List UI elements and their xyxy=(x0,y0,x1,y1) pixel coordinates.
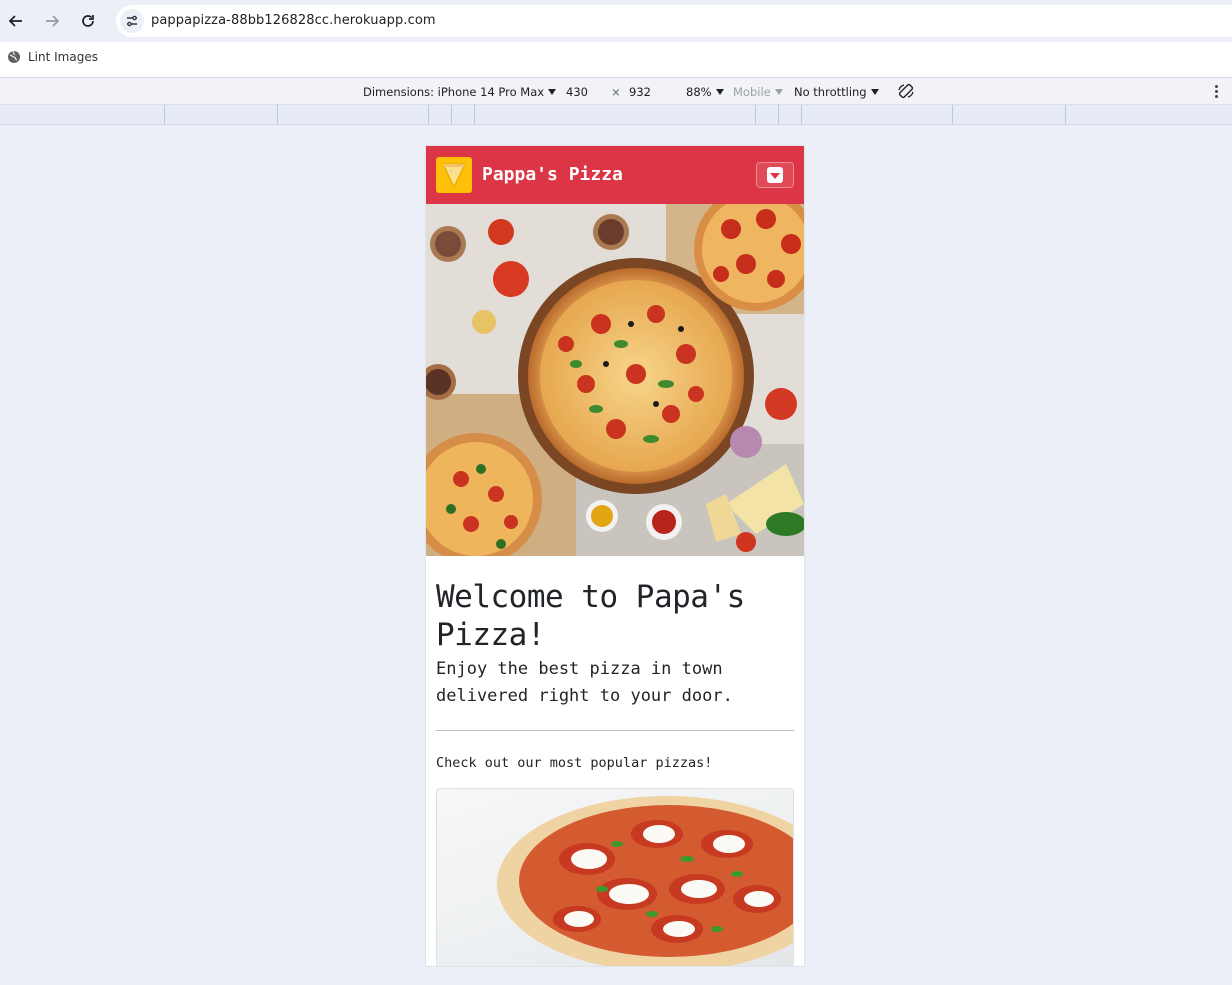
caret-down-icon xyxy=(767,167,783,183)
device-toolbar: Dimensions: iPhone 14 Pro Max 430 × 932 … xyxy=(0,79,1232,105)
globe-icon xyxy=(8,50,20,63)
bookmarks-bar: Lint Images xyxy=(0,42,1232,78)
forward-icon[interactable] xyxy=(40,9,64,33)
height-input[interactable]: 932 xyxy=(629,85,651,99)
chevron-down-icon xyxy=(870,89,879,95)
divider xyxy=(436,730,794,731)
zoom-value: 88% xyxy=(686,85,712,99)
zoom-select[interactable]: 88% xyxy=(686,85,724,99)
times-symbol: × xyxy=(611,85,621,99)
site-settings-icon[interactable] xyxy=(120,9,144,33)
throttling-select[interactable]: No throttling xyxy=(794,85,879,99)
url-text[interactable]: pappapizza-88bb126828cc.herokuapp.com xyxy=(151,13,436,28)
main-content: Welcome to Papa's Pizza! Enjoy the best … xyxy=(426,578,804,966)
hero-image xyxy=(426,204,804,556)
height-value: 932 xyxy=(629,85,651,99)
lead-text: Enjoy the best pizza in town delivered r… xyxy=(436,659,733,706)
welcome-heading: Welcome to Papa's Pizza! xyxy=(436,579,745,653)
dimension-separator: × xyxy=(611,85,621,99)
mode-value: Mobile xyxy=(733,85,771,99)
device-viewport: Pappa's Pizza Welcome to Papa's Pizza! E… xyxy=(426,146,804,966)
site-brand[interactable]: Pappa's Pizza xyxy=(482,164,623,185)
bookmark-lint-images[interactable]: Lint Images xyxy=(7,50,98,64)
dimensions-label: Dimensions: iPhone 14 Pro Max xyxy=(363,85,545,99)
throttling-value: No throttling xyxy=(794,85,867,99)
chevron-down-icon xyxy=(715,89,724,95)
browser-toolbar: pappapizza-88bb126828cc.herokuapp.com xyxy=(0,0,1232,42)
dimensions-select[interactable]: Dimensions: iPhone 14 Pro Max xyxy=(363,85,557,99)
bookmark-label: Lint Images xyxy=(28,50,98,64)
pizza-card-image[interactable] xyxy=(436,788,794,966)
more-options-icon[interactable] xyxy=(1215,85,1218,98)
width-value: 430 xyxy=(566,85,588,99)
back-icon[interactable] xyxy=(4,9,28,33)
rotate-icon[interactable] xyxy=(897,82,915,100)
media-query-ruler[interactable] xyxy=(0,105,1232,125)
chevron-down-icon xyxy=(548,89,557,95)
reload-icon[interactable] xyxy=(76,9,100,33)
menu-toggle-button[interactable] xyxy=(756,162,794,188)
chevron-down-icon xyxy=(774,89,783,95)
site-navbar: Pappa's Pizza xyxy=(426,146,804,204)
address-bar[interactable]: pappapizza-88bb126828cc.herokuapp.com xyxy=(116,5,1232,37)
width-input[interactable]: 430 xyxy=(566,85,588,99)
popular-pizzas-text: Check out our most popular pizzas! xyxy=(436,755,713,771)
mode-select[interactable]: Mobile xyxy=(733,85,783,99)
pizza-slice-logo-icon[interactable] xyxy=(436,157,472,193)
